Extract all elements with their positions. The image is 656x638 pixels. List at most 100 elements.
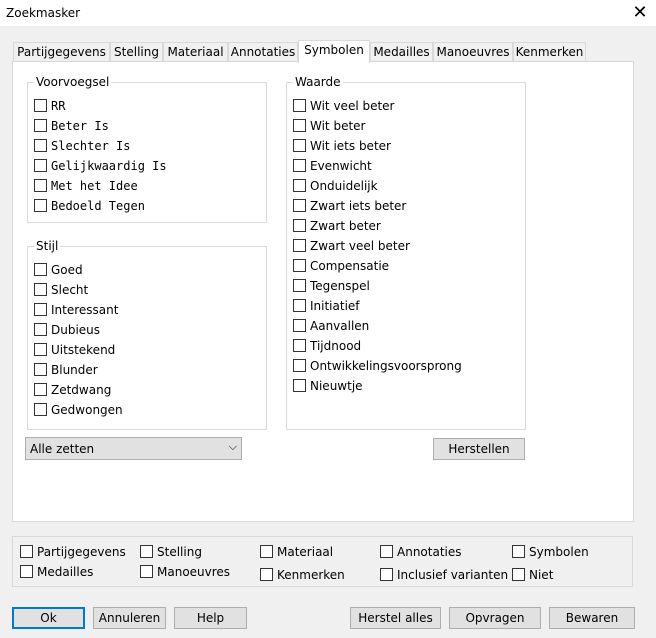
checkbox-box[interactable]: [293, 139, 306, 152]
checkbox-tijdnood[interactable]: Tijdnood: [293, 339, 361, 355]
checkbox-dubieus[interactable]: Dubieus: [34, 323, 100, 339]
checkbox-wit-iets-beter[interactable]: Wit iets beter: [293, 139, 391, 155]
save-button[interactable]: Bewaren: [549, 607, 635, 629]
tab-materiaal[interactable]: Materiaal: [163, 42, 228, 61]
checkbox-ontwikkelingsvoorsprong[interactable]: Ontwikkelingsvoorsprong: [293, 359, 462, 375]
tab-partijgegevens[interactable]: Partijgegevens: [13, 42, 110, 61]
checkbox-box[interactable]: [293, 339, 306, 352]
section-checkbox-annotaties[interactable]: Annotaties: [380, 545, 462, 561]
section-checkbox-partijgegevens[interactable]: Partijgegevens: [20, 545, 126, 561]
checkbox-box[interactable]: [34, 383, 47, 396]
checkbox-tegenspel[interactable]: Tegenspel: [293, 279, 370, 295]
checkbox-nieuwtje[interactable]: Nieuwtje: [293, 379, 363, 395]
checkbox-slecht[interactable]: Slecht: [34, 283, 88, 299]
checkbox-box[interactable]: [293, 379, 306, 392]
checkbox-box[interactable]: [140, 565, 153, 578]
checkbox-box[interactable]: [512, 545, 525, 558]
cancel-button[interactable]: Annuleren: [93, 607, 166, 629]
checkbox-box[interactable]: [20, 565, 33, 578]
checkbox-gelijkwaardig-is[interactable]: Gelijkwaardig Is: [34, 159, 167, 175]
checkbox-box[interactable]: [34, 159, 47, 172]
tab-annotaties[interactable]: Annotaties: [228, 42, 298, 61]
checkbox-box[interactable]: [260, 545, 273, 558]
query-button[interactable]: Opvragen: [449, 607, 541, 629]
checkbox-box[interactable]: [34, 119, 47, 132]
checkbox-box[interactable]: [20, 545, 33, 558]
tab-symbolen[interactable]: Symbolen: [298, 40, 370, 63]
tab-kenmerken[interactable]: Kenmerken: [513, 42, 586, 61]
checkbox-beter-is[interactable]: Beter Is: [34, 119, 109, 135]
voorvoegsel-group: Voorvoegsel RR Beter Is Slechter Is Geli…: [27, 75, 267, 223]
search-sections-group: Partijgegevens Stelling Materiaal Annota…: [12, 536, 633, 587]
checkbox-goed[interactable]: Goed: [34, 263, 83, 279]
checkbox-rr[interactable]: RR: [34, 99, 65, 115]
section-checkbox-medailles[interactable]: Medailles: [20, 565, 93, 581]
checkbox-box[interactable]: [380, 545, 393, 558]
checkbox-box[interactable]: [34, 263, 47, 276]
checkbox-box[interactable]: [34, 303, 47, 316]
tab-stelling[interactable]: Stelling: [110, 42, 163, 61]
checkbox-met-het-idee[interactable]: Met het Idee: [34, 179, 138, 195]
section-checkbox-niet[interactable]: Niet: [512, 568, 553, 584]
checkbox-uitstekend[interactable]: Uitstekend: [34, 343, 115, 359]
checkbox-zwart-veel-beter[interactable]: Zwart veel beter: [293, 239, 410, 255]
checkbox-zwart-iets-beter[interactable]: Zwart iets beter: [293, 199, 406, 215]
help-button[interactable]: Help: [174, 607, 247, 629]
checkbox-box[interactable]: [34, 99, 47, 112]
checkbox-box[interactable]: [34, 139, 47, 152]
checkbox-box[interactable]: [34, 283, 47, 296]
tab-manoeuvres[interactable]: Manoeuvres: [433, 42, 513, 61]
section-checkbox-manoeuvres[interactable]: Manoeuvres: [140, 565, 230, 581]
checkbox-box[interactable]: [293, 99, 306, 112]
checkbox-box[interactable]: [380, 568, 393, 581]
checkbox-box[interactable]: [293, 239, 306, 252]
checkbox-box[interactable]: [34, 179, 47, 192]
checkbox-aanvallen[interactable]: Aanvallen: [293, 319, 369, 335]
chevron-down-icon: ⌵: [228, 440, 237, 453]
checkbox-box[interactable]: [293, 259, 306, 272]
checkbox-box[interactable]: [34, 403, 47, 416]
section-checkbox-symbolen[interactable]: Symbolen: [512, 545, 589, 561]
checkbox-onduidelijk[interactable]: Onduidelijk: [293, 179, 378, 195]
checkbox-box[interactable]: [140, 545, 153, 558]
checkbox-blunder[interactable]: Blunder: [34, 363, 98, 379]
ok-button[interactable]: Ok: [12, 607, 85, 629]
checkbox-box[interactable]: [34, 323, 47, 336]
checkbox-interessant[interactable]: Interessant: [34, 303, 118, 319]
checkbox-box[interactable]: [260, 568, 273, 581]
section-checkbox-materiaal[interactable]: Materiaal: [260, 545, 333, 561]
moves-select-value: Alle zetten: [30, 442, 95, 456]
checkbox-box[interactable]: [293, 119, 306, 132]
checkbox-initiatief[interactable]: Initiatief: [293, 299, 360, 315]
checkbox-box[interactable]: [293, 359, 306, 372]
reset-button[interactable]: Herstellen: [433, 438, 525, 460]
checkbox-wit-beter[interactable]: Wit beter: [293, 119, 365, 135]
moves-select[interactable]: Alle zetten ⌵: [25, 437, 242, 460]
section-checkbox-stelling[interactable]: Stelling: [140, 545, 202, 561]
checkbox-compensatie[interactable]: Compensatie: [293, 259, 389, 275]
checkbox-zetdwang[interactable]: Zetdwang: [34, 383, 111, 399]
checkbox-gedwongen[interactable]: Gedwongen: [34, 403, 123, 419]
tab-medailles[interactable]: Medailles: [370, 42, 433, 61]
section-checkbox-inclusief-varianten[interactable]: Inclusief varianten: [380, 568, 508, 584]
checkbox-box[interactable]: [34, 199, 47, 212]
checkbox-box[interactable]: [293, 179, 306, 192]
checkbox-box[interactable]: [293, 219, 306, 232]
checkbox-evenwicht[interactable]: Evenwicht: [293, 159, 372, 175]
checkbox-zwart-beter[interactable]: Zwart beter: [293, 219, 381, 235]
reset-all-button[interactable]: Herstel alles: [350, 607, 441, 629]
checkbox-bedoeld-tegen[interactable]: Bedoeld Tegen: [34, 199, 145, 215]
checkbox-box[interactable]: [293, 279, 306, 292]
checkbox-box[interactable]: [293, 319, 306, 332]
close-icon[interactable]: ✕: [628, 1, 652, 25]
section-checkbox-kenmerken[interactable]: Kenmerken: [260, 568, 345, 584]
checkbox-box[interactable]: [293, 299, 306, 312]
checkbox-wit-veel-beter[interactable]: Wit veel beter: [293, 99, 395, 115]
checkbox-box[interactable]: [34, 343, 47, 356]
checkbox-box[interactable]: [512, 568, 525, 581]
waarde-group: Waarde Wit veel beter Wit beter Wit iets…: [286, 75, 526, 430]
checkbox-box[interactable]: [293, 159, 306, 172]
checkbox-slechter-is[interactable]: Slechter Is: [34, 139, 130, 155]
checkbox-box[interactable]: [34, 363, 47, 376]
checkbox-box[interactable]: [293, 199, 306, 212]
